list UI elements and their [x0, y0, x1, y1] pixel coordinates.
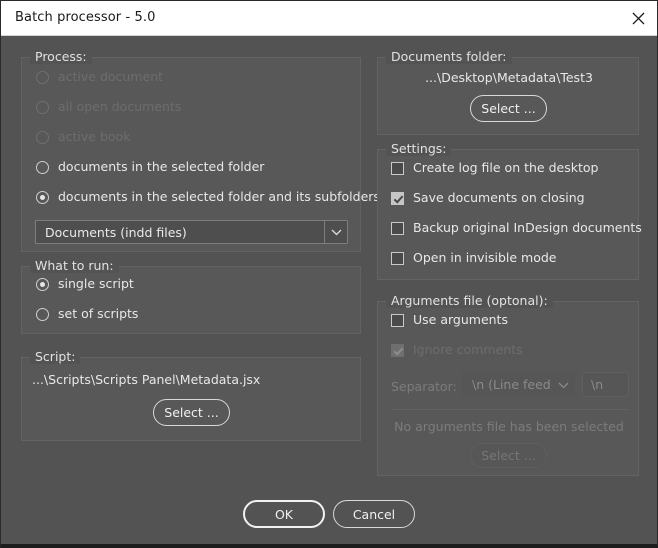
arguments-status-text: No arguments file has been selected — [394, 419, 624, 434]
radio-indicator[interactable] — [36, 190, 49, 204]
checkbox-label: Use arguments — [413, 312, 508, 327]
separator-custom-field: \n — [582, 372, 629, 397]
checkbox-backup-original-documents[interactable]: Backup original InDesign documents — [391, 221, 642, 235]
cancel-button[interactable]: Cancel — [333, 500, 415, 528]
radio-label: documents in the selected folder and its… — [58, 189, 380, 204]
ok-button[interactable]: OK — [243, 500, 325, 528]
script-path: ...\Scripts\Scripts Panel\Metadata.jsx — [32, 372, 261, 387]
radio-label: all open documents — [58, 99, 182, 114]
radio-indicator[interactable] — [36, 160, 49, 174]
documents-folder-select-button[interactable]: Select ... — [470, 95, 547, 122]
radio-indicator — [36, 130, 49, 144]
script-select-button[interactable]: Select ... — [153, 399, 230, 426]
checkbox-indicator — [391, 343, 404, 357]
script-group: Script: ...\Scripts\Scripts Panel\Metada… — [21, 349, 361, 441]
checkbox-label: Ignore comments — [413, 342, 523, 357]
settings-group: Settings: Create log file on the desktop… — [377, 141, 642, 280]
checkbox-indicator[interactable] — [391, 221, 404, 235]
checkbox-indicator[interactable] — [391, 191, 404, 205]
radio-documents-in-selected-folder-and-subfolders[interactable]: documents in the selected folder and its… — [36, 190, 380, 204]
radio-indicator — [36, 100, 49, 114]
chevron-down-icon[interactable] — [324, 221, 347, 243]
checkbox-label: Create log file on the desktop — [413, 160, 599, 175]
checkbox-create-log-file[interactable]: Create log file on the desktop — [391, 161, 598, 175]
chevron-down-icon — [552, 373, 574, 396]
radio-active-document: active document — [36, 70, 163, 84]
radio-set-of-scripts[interactable]: set of scripts — [36, 307, 138, 321]
radio-label: active book — [58, 129, 131, 144]
what-to-run-group: What to run: single script set of script… — [21, 258, 361, 334]
radio-single-script[interactable]: single script — [36, 277, 134, 291]
divider — [391, 409, 628, 410]
radio-label: single script — [58, 276, 134, 291]
documents-folder-group: Documents folder: ...\Desktop\Metadata\T… — [377, 49, 639, 135]
script-group-label: Script: — [30, 349, 81, 364]
radio-indicator[interactable] — [36, 307, 49, 321]
process-group: Process: active document all open docume… — [21, 49, 380, 252]
checkbox-open-in-invisible-mode[interactable]: Open in invisible mode — [391, 251, 557, 265]
batch-processor-dialog: Batch processor - 5.0 Process: active do… — [0, 0, 658, 548]
checkbox-ignore-comments: Ignore comments — [391, 343, 523, 357]
arguments-file-group-label: Arguments file (optonal): — [386, 293, 553, 308]
radio-active-book: active book — [36, 130, 130, 144]
checkbox-use-arguments[interactable]: Use arguments — [391, 313, 508, 327]
radio-label: active document — [58, 69, 164, 84]
process-group-label: Process: — [30, 49, 92, 64]
separator-label: Separator: — [391, 379, 457, 394]
file-type-dropdown[interactable]: Documents (indd files) — [35, 220, 348, 244]
what-to-run-group-label: What to run: — [30, 258, 119, 273]
radio-indicator — [36, 70, 49, 84]
checkbox-label: Backup original InDesign documents — [413, 220, 642, 235]
title-bar: Batch processor - 5.0 — [1, 1, 657, 36]
arguments-select-button: Select ... — [470, 443, 547, 468]
checkbox-indicator[interactable] — [391, 161, 404, 175]
checkbox-label: Open in invisible mode — [413, 250, 557, 265]
checkbox-indicator[interactable] — [391, 251, 404, 265]
radio-label: set of scripts — [58, 306, 139, 321]
file-type-dropdown-value: Documents (indd files) — [45, 224, 187, 240]
radio-documents-in-selected-folder[interactable]: documents in the selected folder — [36, 160, 264, 174]
radio-label: documents in the selected folder — [58, 159, 265, 174]
close-icon[interactable] — [623, 4, 653, 32]
window-title: Batch processor - 5.0 — [15, 10, 156, 25]
checkbox-label: Save documents on closing — [413, 190, 585, 205]
checkbox-save-documents-on-closing[interactable]: Save documents on closing — [391, 191, 585, 205]
separator-dropdown-value: \n (Line feed) — [472, 377, 552, 392]
settings-group-label: Settings: — [386, 141, 452, 156]
documents-folder-path: ...\Desktop\Metadata\Test3 — [425, 70, 593, 85]
radio-indicator[interactable] — [36, 277, 49, 291]
checkbox-indicator[interactable] — [391, 313, 404, 327]
separator-dropdown: \n (Line feed) — [462, 372, 575, 397]
radio-all-open-documents: all open documents — [36, 100, 181, 114]
documents-folder-group-label: Documents folder: — [386, 49, 512, 64]
arguments-file-group: Arguments file (optonal): Use arguments … — [377, 293, 639, 476]
